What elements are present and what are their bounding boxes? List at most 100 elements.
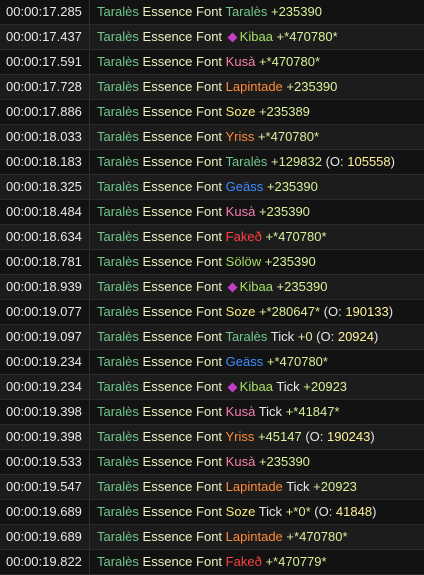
log-row[interactable]: 00:00:18.325 Taralès Essence Font Geäss +… (0, 175, 424, 200)
log-spell: Essence Font (142, 279, 223, 294)
log-source: Taralès (97, 29, 139, 44)
log-spell: Essence Font (142, 429, 223, 444)
log-row[interactable]: 00:00:17.285 Taralès Essence Font Taralès… (0, 0, 424, 25)
log-target: Kusà (225, 404, 256, 419)
log-spell: Essence Font (142, 529, 223, 544)
log-target: Kusà (225, 54, 256, 69)
log-timestamp: 00:00:17.728 (0, 75, 90, 99)
log-row[interactable]: 00:00:18.033 Taralès Essence Font Yriss +… (0, 125, 424, 150)
log-timestamp: 00:00:19.398 (0, 425, 90, 449)
log-overheal-amount: 105558 (347, 154, 391, 169)
log-source: Taralès (97, 404, 139, 419)
log-source: Taralès (97, 554, 139, 569)
log-row[interactable]: 00:00:19.097 Taralès Essence Font Taralès… (0, 325, 424, 350)
log-heal-amount: +*41847* (285, 404, 340, 419)
log-target: Fakeð (225, 554, 262, 569)
log-spell: Essence Font (142, 229, 223, 244)
purple-diamond-icon (227, 32, 238, 43)
log-timestamp: 00:00:18.634 (0, 225, 90, 249)
log-spell: Essence Font (142, 204, 223, 219)
log-row[interactable]: 00:00:19.533 Taralès Essence Font Kusà +2… (0, 450, 424, 475)
log-overheal-prefix: (O: (301, 429, 327, 444)
log-row[interactable]: 00:00:18.781 Taralès Essence Font Sölöw +… (0, 250, 424, 275)
log-timestamp: 00:00:17.437 (0, 25, 90, 49)
log-message: Taralès Essence Font Sölöw +235390 (90, 250, 316, 274)
log-row[interactable]: 00:00:19.234 Taralès Essence Font Geäss +… (0, 350, 424, 375)
log-source: Taralès (97, 379, 139, 394)
log-target: Kibaa (239, 279, 273, 294)
log-spell: Essence Font (142, 479, 223, 494)
log-heal-amount: +45147 (257, 429, 302, 444)
log-heal-amount: +*280647* (258, 304, 321, 319)
log-row[interactable]: 00:00:19.234 Taralès Essence Font Kibaa T… (0, 375, 424, 400)
purple-diamond-icon (227, 282, 238, 293)
log-timestamp: 00:00:18.939 (0, 275, 90, 299)
log-row[interactable]: 00:00:19.077 Taralès Essence Font Soze +*… (0, 300, 424, 325)
log-timestamp: 00:00:18.033 (0, 125, 90, 149)
log-source: Taralès (97, 229, 139, 244)
log-target: Lapintade (225, 529, 283, 544)
log-overheal-amount: 190133 (345, 304, 389, 319)
log-heal-amount: +235390 (266, 179, 318, 194)
log-timestamp: 00:00:17.285 (0, 0, 90, 24)
log-message: Taralès Essence Font Soze +235389 (90, 100, 310, 124)
log-message: Taralès Essence Font Kusà Tick +*41847* (90, 400, 340, 424)
log-message: Taralès Essence Font Lapintade +235390 (90, 75, 337, 99)
log-row[interactable]: 00:00:19.398 Taralès Essence Font Yriss +… (0, 425, 424, 450)
log-spell: Essence Font (142, 304, 223, 319)
log-row[interactable]: 00:00:19.547 Taralès Essence Font Lapinta… (0, 475, 424, 500)
log-timestamp: 00:00:19.533 (0, 450, 90, 474)
log-overheal-prefix: (O: (312, 329, 338, 344)
log-spell: Essence Font (142, 379, 223, 394)
log-timestamp: 00:00:19.689 (0, 500, 90, 524)
log-row[interactable]: 00:00:17.591 Taralès Essence Font Kusà +*… (0, 50, 424, 75)
log-target: Taralès (225, 154, 268, 169)
log-row[interactable]: 00:00:19.689 Taralès Essence Font Soze Ti… (0, 500, 424, 525)
log-row[interactable]: 00:00:17.437 Taralès Essence Font Kibaa +… (0, 25, 424, 50)
log-source: Taralès (97, 254, 139, 269)
log-tick-label: Tick (276, 379, 300, 394)
log-spell: Essence Font (142, 54, 223, 69)
log-overheal-amount: 20924 (337, 329, 374, 344)
log-source: Taralès (97, 204, 139, 219)
log-source: Taralès (97, 279, 139, 294)
log-tick-label: Tick (258, 404, 283, 419)
log-message: Taralès Essence Font Yriss +*470780* (90, 125, 319, 149)
log-spell: Essence Font (142, 104, 223, 119)
log-heal-amount: +235389 (258, 104, 310, 119)
log-timestamp: 00:00:18.484 (0, 200, 90, 224)
log-row[interactable]: 00:00:18.634 Taralès Essence Font Fakeð +… (0, 225, 424, 250)
log-timestamp: 00:00:19.077 (0, 300, 90, 324)
log-spell: Essence Font (142, 504, 223, 519)
log-heal-amount: +*0* (285, 504, 311, 519)
log-heal-amount: +*470780* (265, 229, 327, 244)
log-row[interactable]: 00:00:19.398 Taralès Essence Font Kusà Ti… (0, 400, 424, 425)
log-message: Taralès Essence Font Fakeð +*470780* (90, 225, 327, 249)
log-row[interactable]: 00:00:19.689 Taralès Essence Font Lapinta… (0, 525, 424, 550)
log-message: Taralès Essence Font Fakeð +*470779* (90, 550, 327, 574)
log-spell: Essence Font (142, 254, 223, 269)
log-row[interactable]: 00:00:19.822 Taralès Essence Font Fakeð +… (0, 550, 424, 575)
log-row[interactable]: 00:00:18.484 Taralès Essence Font Kusà +2… (0, 200, 424, 225)
log-row[interactable]: 00:00:17.728 Taralès Essence Font Lapinta… (0, 75, 424, 100)
log-target: Taralès (225, 329, 268, 344)
log-row[interactable]: 00:00:18.939 Taralès Essence Font Kibaa +… (0, 275, 424, 300)
log-spell: Essence Font (142, 4, 223, 19)
log-timestamp: 00:00:17.591 (0, 50, 90, 74)
log-message: Taralès Essence Font Geäss +235390 (90, 175, 318, 199)
combat-log: 00:00:17.285 Taralès Essence Font Taralès… (0, 0, 424, 575)
log-overheal-suffix: ) (388, 304, 394, 319)
log-row[interactable]: 00:00:17.886 Taralès Essence Font Soze +2… (0, 100, 424, 125)
log-overheal-prefix: (O: (310, 504, 336, 519)
log-heal-amount: +*470780* (257, 129, 320, 144)
log-heal-amount: +*470780* (266, 354, 328, 369)
log-source: Taralès (97, 479, 139, 494)
log-row[interactable]: 00:00:18.183 Taralès Essence Font Taralès… (0, 150, 424, 175)
log-spell: Essence Font (142, 554, 223, 569)
log-target: Sölöw (225, 254, 262, 269)
log-overheal-suffix: ) (374, 329, 379, 344)
log-message: Taralès Essence Font Taralès Tick +0 (O:… (90, 325, 378, 349)
log-overheal-prefix: (O: (321, 154, 348, 169)
log-message: Taralès Essence Font Kusà +235390 (90, 200, 310, 224)
log-overheal-suffix: ) (372, 504, 377, 519)
